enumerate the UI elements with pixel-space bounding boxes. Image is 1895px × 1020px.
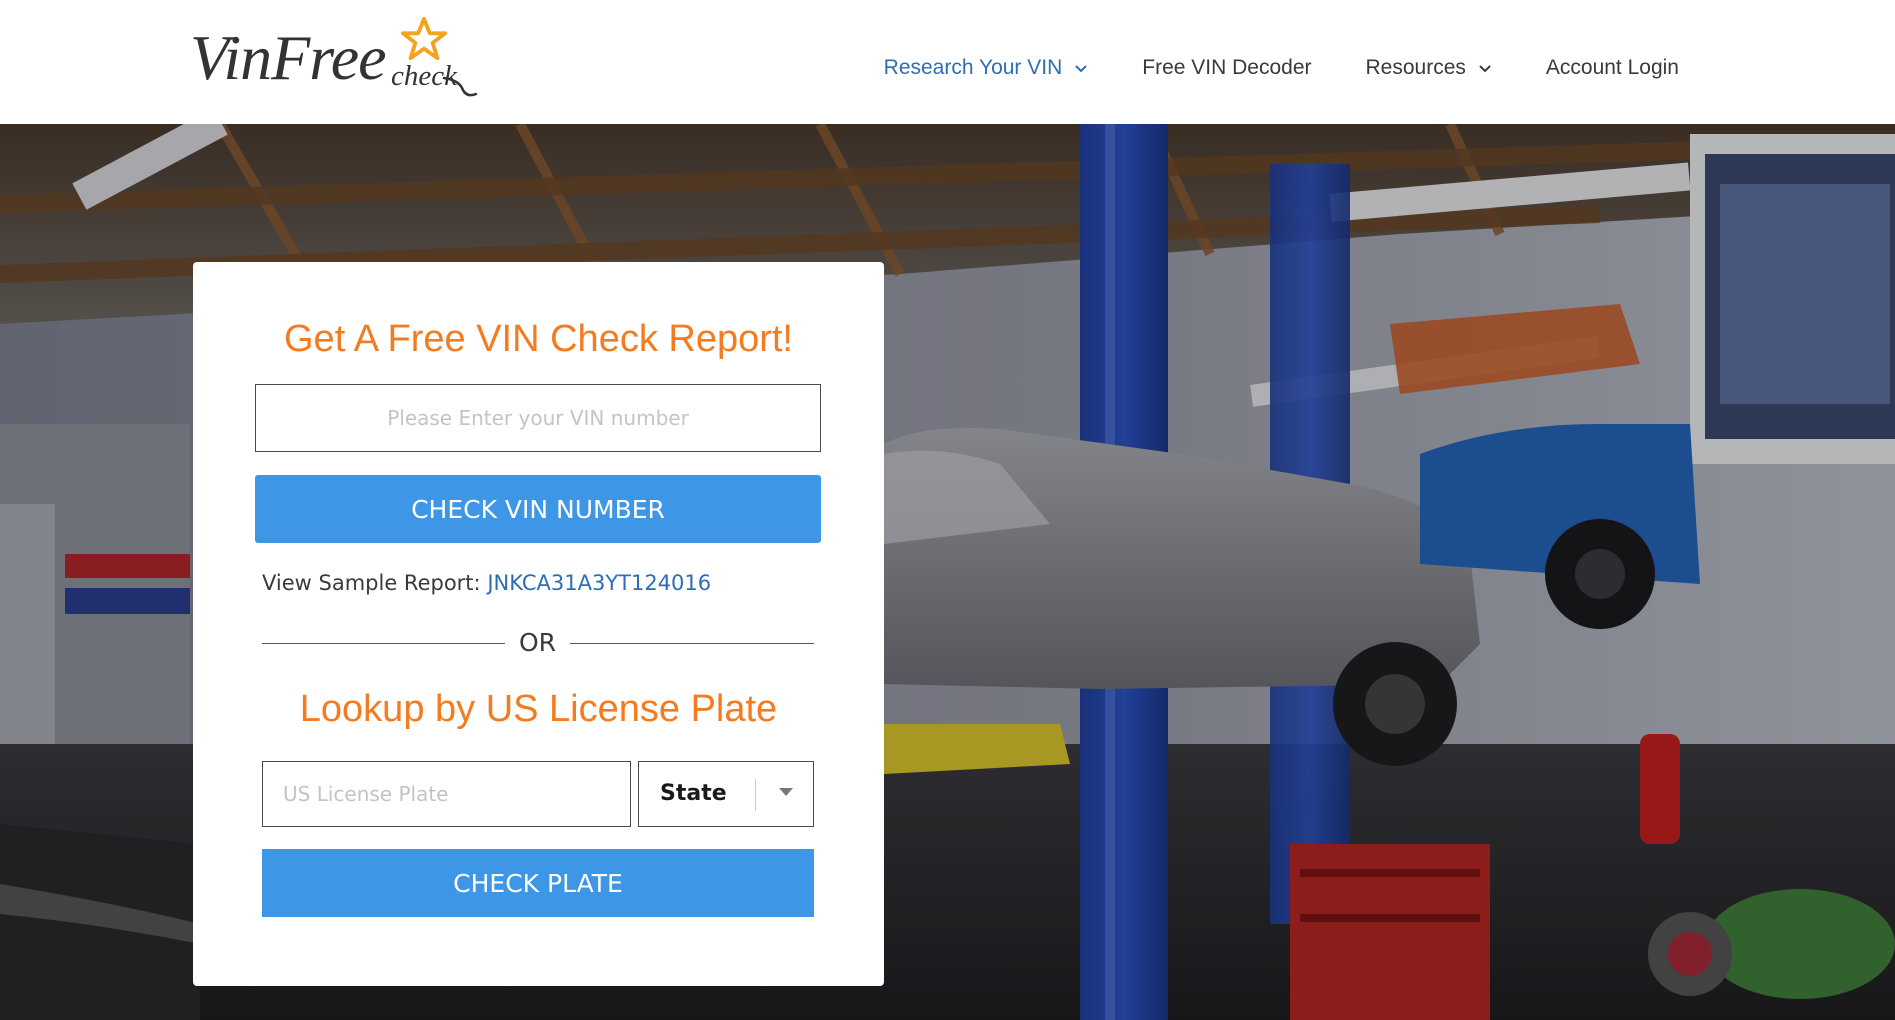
nav-free-vin-decoder[interactable]: Free VIN Decoder	[1142, 56, 1311, 80]
chevron-down-icon	[1479, 65, 1491, 73]
nav-label: Research Your VIN	[883, 56, 1063, 79]
check-plate-button[interactable]: CHECK PLATE	[262, 849, 814, 917]
state-select-value: State	[660, 781, 727, 806]
nav-label: Resources	[1365, 56, 1466, 79]
chevron-down-icon	[1075, 65, 1087, 73]
nav-label: Account Login	[1545, 56, 1679, 79]
sample-report-line: View Sample Report: JNKCA31A3YT124016	[262, 571, 711, 595]
divider-line-left	[262, 643, 505, 644]
divider-line-right	[570, 643, 814, 644]
nav-resources[interactable]: Resources	[1366, 56, 1492, 80]
license-plate-title: Lookup by US License Plate	[299, 688, 778, 730]
check-vin-number-button[interactable]: CHECK VIN NUMBER	[255, 475, 821, 543]
nav-account-login[interactable]: Account Login	[1546, 56, 1679, 80]
logo-swoosh	[442, 76, 478, 97]
vinfreecheck-logo[interactable]: VinFree check	[190, 16, 480, 102]
or-label: OR	[518, 628, 557, 657]
logo-wordmark: VinFree	[190, 22, 387, 93]
select-divider	[755, 779, 756, 811]
sample-report-label: View Sample Report:	[262, 571, 481, 595]
sample-report-vin-link[interactable]: JNKCA31A3YT124016	[487, 571, 711, 595]
site-header: VinFree check Research Your VIN Free VIN…	[0, 0, 1895, 124]
nav-label: Free VIN Decoder	[1142, 56, 1312, 79]
or-divider: OR	[262, 628, 814, 658]
vin-number-input[interactable]	[255, 384, 821, 452]
main-nav: Research Your VIN Free VIN Decoder Resou…	[830, 0, 1679, 124]
license-plate-input[interactable]	[262, 761, 631, 827]
star-icon	[400, 16, 448, 61]
state-select[interactable]: State	[638, 761, 814, 827]
vin-check-card: Get A Free VIN Check Report! CHECK VIN N…	[193, 262, 884, 986]
vin-check-title: Get A Free VIN Check Report!	[284, 318, 793, 360]
nav-research-your-vin[interactable]: Research Your VIN	[884, 56, 1089, 80]
caret-down-icon	[779, 788, 793, 796]
